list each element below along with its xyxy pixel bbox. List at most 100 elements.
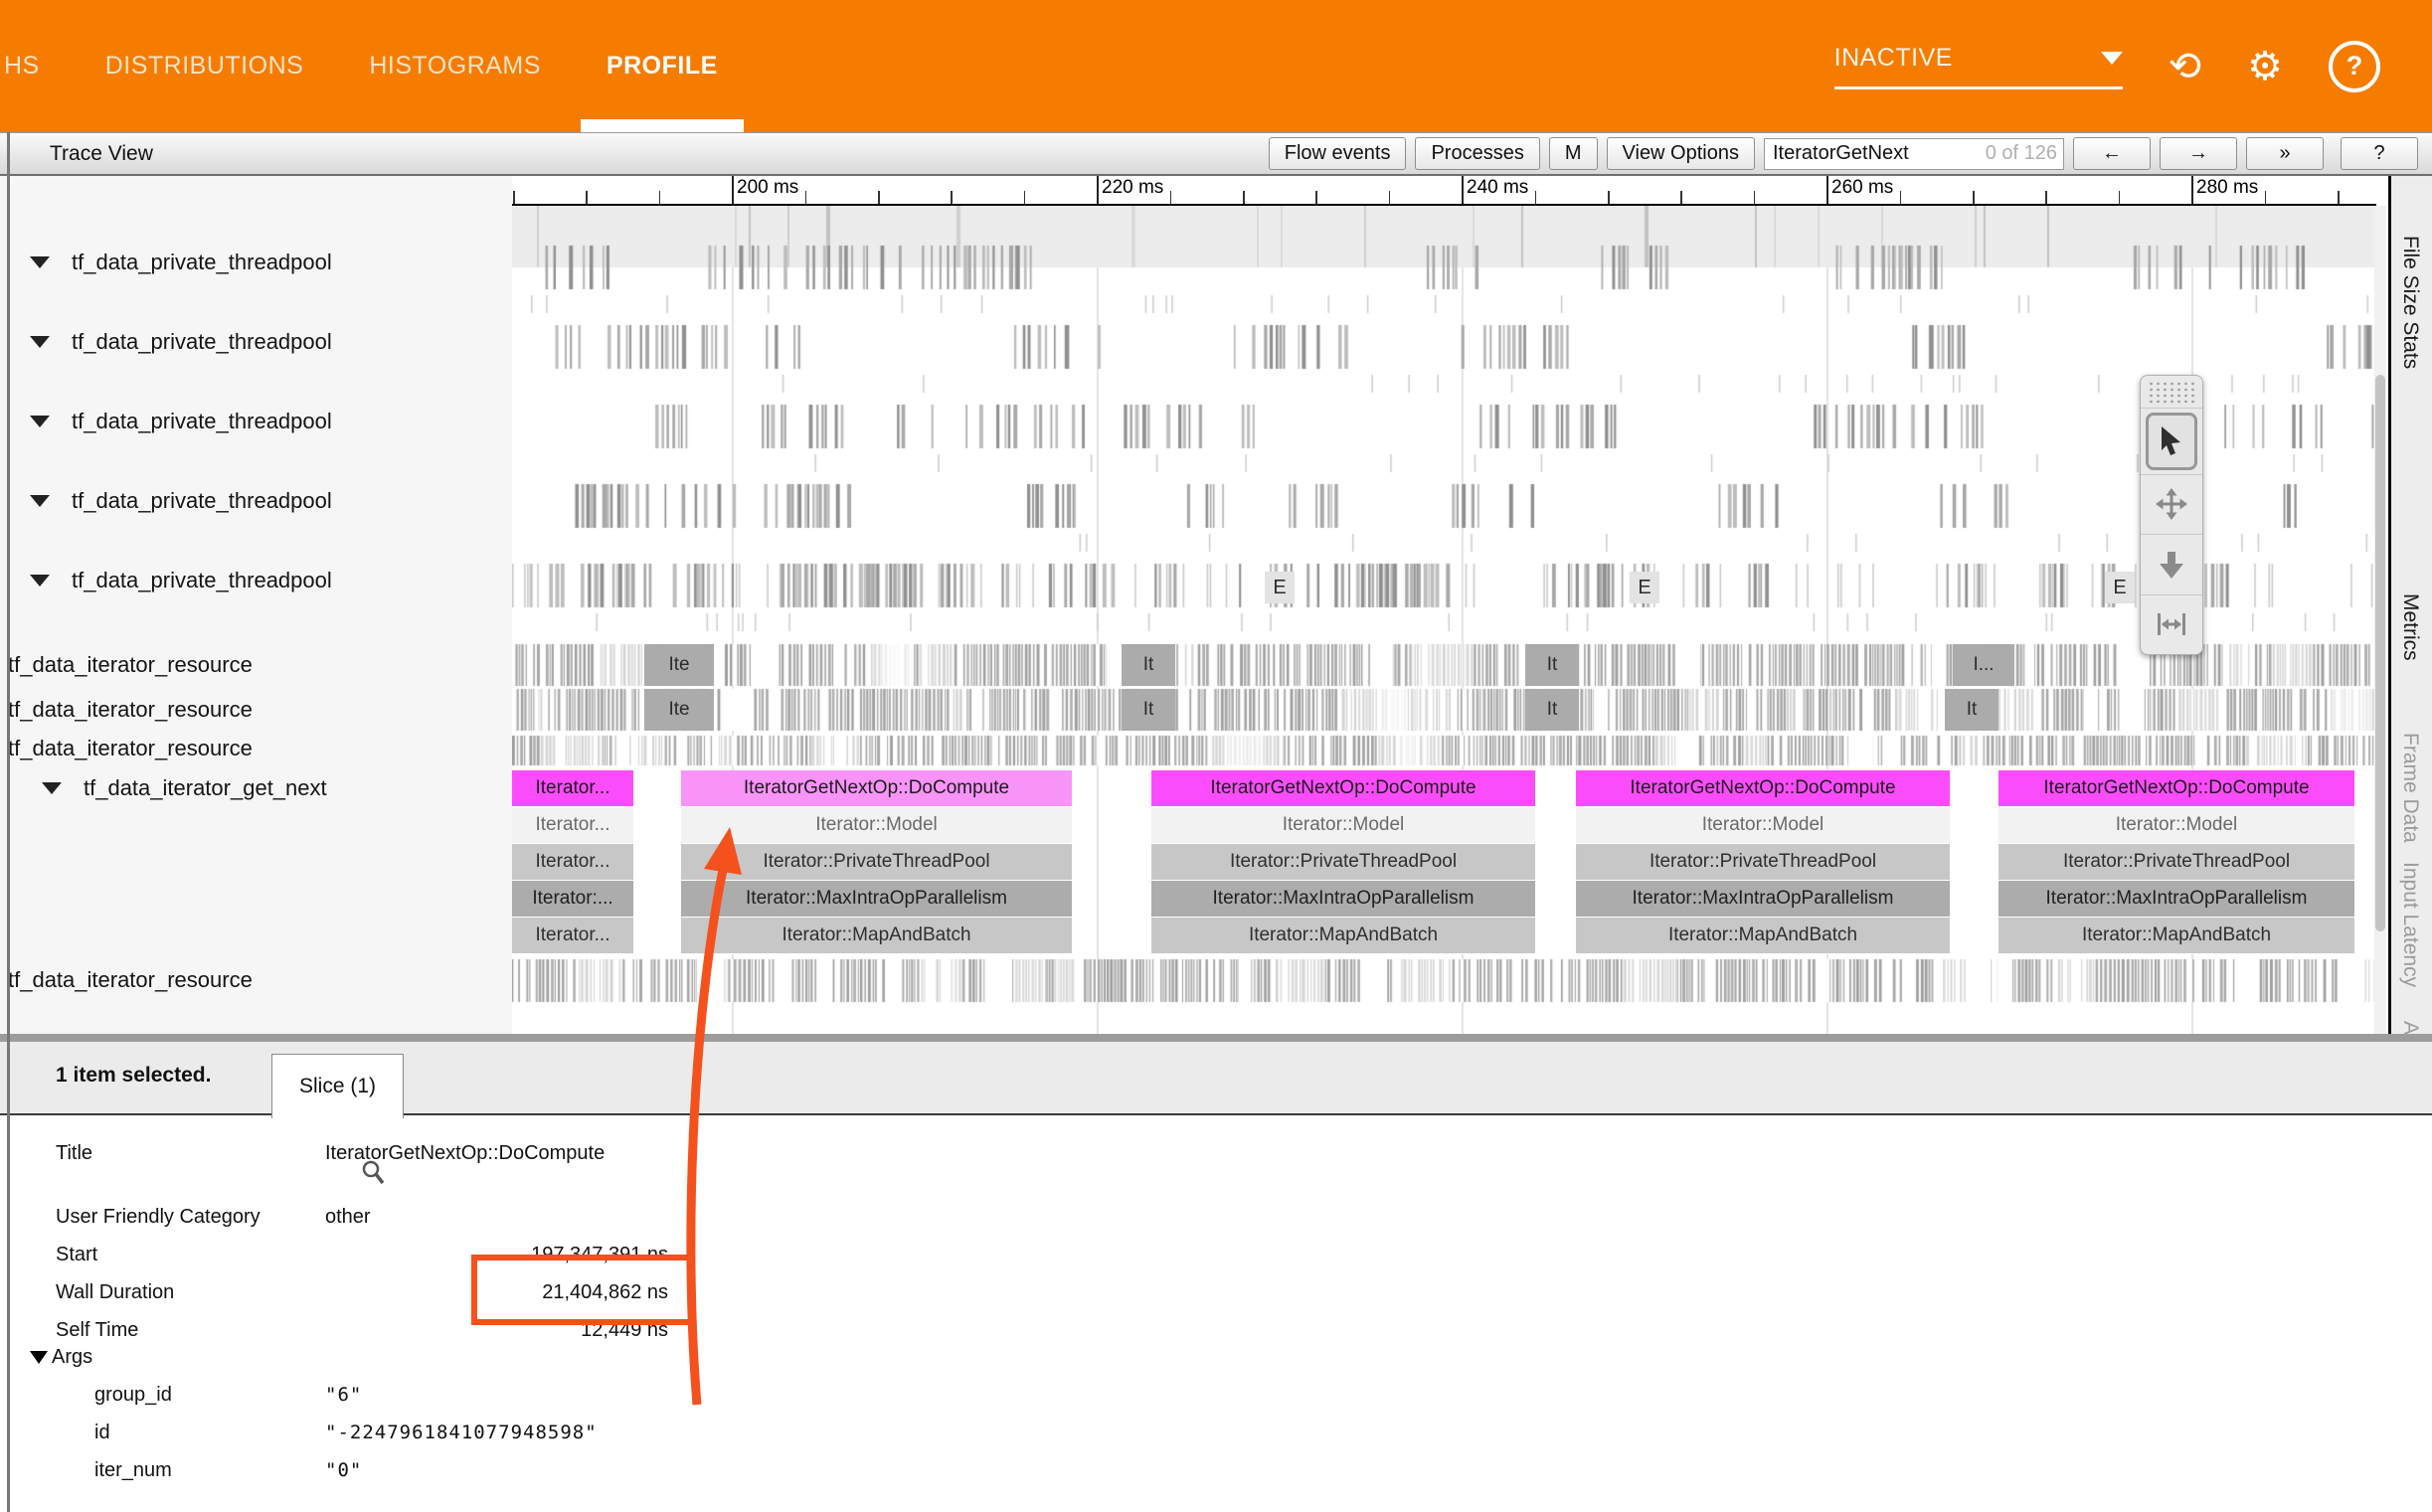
slice-iterator-2-3[interactable]: Iterator::MaxIntraOpParallelism xyxy=(1151,881,1535,918)
pan-tool[interactable] xyxy=(2141,474,2202,535)
field-label: Start xyxy=(56,1244,97,1266)
slice-getnext-2-0[interactable]: IteratorGetNextOp::DoCompute xyxy=(1151,770,1535,807)
palette-grip[interactable] xyxy=(2148,381,2195,405)
slice-iterator-1-1[interactable]: Iterator::Model xyxy=(681,807,1072,844)
arg-key: group_id xyxy=(94,1384,172,1407)
tab-histograms[interactable]: HISTOGRAMS xyxy=(365,0,545,132)
slice-iterator-0-2[interactable]: Iterator... xyxy=(512,844,633,881)
slice-iterator-0-1[interactable]: Iterator... xyxy=(512,807,633,844)
slice-iterator-3-1[interactable]: Iterator::Model xyxy=(1576,807,1950,844)
search-input[interactable] xyxy=(1771,141,1986,166)
slice-getnext-4-0[interactable]: IteratorGetNextOp::DoCompute xyxy=(1998,770,2354,807)
button-flow-events[interactable]: Flow events xyxy=(1269,137,1407,170)
find-next-button[interactable]: → xyxy=(2160,137,2237,170)
refresh-icon[interactable]: ⟲ xyxy=(2169,47,2202,86)
event-marker-2[interactable]: E xyxy=(2105,572,2135,603)
right-tab-metrics[interactable]: Metrics xyxy=(2398,593,2422,661)
help-button[interactable]: ? xyxy=(2341,137,2418,170)
event-marker-0[interactable]: E xyxy=(1265,572,1295,603)
track-label-text: tf_data_private_threadpool xyxy=(72,409,332,434)
app-header: HS DISTRIBUTIONS HISTOGRAMS PROFILE INACTIV… xyxy=(0,0,2432,132)
toolbar-nav-buttons: ← → »? xyxy=(2073,137,2432,170)
tab-distributions[interactable]: DISTRIBUTIONS xyxy=(101,0,308,132)
slice-iterator-2-1[interactable]: Iterator::Model xyxy=(1151,807,1535,844)
arg-row-iter_num: iter_num"0" xyxy=(0,1459,895,1491)
collapse-triangle-icon xyxy=(30,256,50,268)
slice-iterator-3-3[interactable]: Iterator::MaxIntraOpParallelism xyxy=(1576,881,1950,918)
tick-label: 240 ms xyxy=(1467,177,1528,199)
slice-iterator-0-4[interactable]: Iterator... xyxy=(512,918,633,954)
timing-tool[interactable] xyxy=(2141,594,2202,655)
slice-iterator-4-1[interactable]: Iterator::Model xyxy=(1998,807,2354,844)
sidebar-track-tf_data_private_threadpool-1[interactable]: tf_data_private_threadpool xyxy=(30,326,332,358)
sidebar-track-tf_data_iterator_resource-6[interactable]: tf_data_iterator_resource xyxy=(8,694,253,726)
arg-value: "-2247961841077948598" xyxy=(325,1422,598,1443)
resource-slice-label-1-3[interactable]: It xyxy=(1945,689,1998,731)
right-tab-frame-data[interactable]: Frame Data xyxy=(2398,733,2422,843)
event-marker-1[interactable]: E xyxy=(1630,572,1659,603)
sidebar-track-tf_data_iterator_resource-7[interactable]: tf_data_iterator_resource xyxy=(8,733,253,764)
time-ruler[interactable]: 200 ms220 ms240 ms260 ms280 ms xyxy=(512,176,2376,206)
right-tab-input-latency[interactable]: Input Latency xyxy=(2398,862,2422,987)
slice-group-0: Iterator...Iterator...Iterator...Iterato… xyxy=(512,770,633,954)
slice-iterator-2-2[interactable]: Iterator::PrivateThreadPool xyxy=(1151,844,1535,881)
run-selector[interactable]: INACTIVE xyxy=(1834,44,2123,89)
sidebar-track-tf_data_private_threadpool-3[interactable]: tf_data_private_threadpool xyxy=(30,485,332,517)
slice-iterator-4-4[interactable]: Iterator::MapAndBatch xyxy=(1998,918,2354,954)
slice-getnext-1-0[interactable]: IteratorGetNextOp::DoCompute xyxy=(681,770,1072,807)
select-tool[interactable] xyxy=(2141,408,2202,474)
minor-tick xyxy=(659,191,661,204)
resource-slice-label-0-0[interactable]: Ite xyxy=(644,644,714,686)
panel-splitter[interactable] xyxy=(0,1034,2432,1042)
button-processes[interactable]: Processes xyxy=(1415,137,1539,170)
resource-slice-label-0-3[interactable]: I... xyxy=(1953,644,2014,686)
field-label: User Friendly Category xyxy=(56,1206,261,1229)
settings-icon[interactable]: ⚙ xyxy=(2247,47,2283,86)
trace-viewer-app: HS DISTRIBUTIONS HISTOGRAMS PROFILE INACTIV… xyxy=(0,0,2432,1512)
minor-tick xyxy=(878,191,880,204)
slice-iterator-3-4[interactable]: Iterator::MapAndBatch xyxy=(1576,918,1950,954)
sidebar-track-tf_data_private_threadpool-4[interactable]: tf_data_private_threadpool xyxy=(30,565,332,596)
resource-slice-label-0-2[interactable]: It xyxy=(1525,644,1579,686)
slice-iterator-1-3[interactable]: Iterator::MaxIntraOpParallelism xyxy=(681,881,1072,918)
args-section-header[interactable]: Args xyxy=(30,1346,92,1369)
help-icon[interactable]: ? xyxy=(2329,41,2380,92)
slice-iterator-4-3[interactable]: Iterator::MaxIntraOpParallelism xyxy=(1998,881,2354,918)
tab-hs[interactable]: HS xyxy=(0,0,44,132)
tick-label: 200 ms xyxy=(737,177,798,199)
slice-iterator-4-2[interactable]: Iterator::PrivateThreadPool xyxy=(1998,844,2354,881)
resource-slice-label-1-1[interactable]: It xyxy=(1122,689,1175,731)
search-result-count: 0 of 126 xyxy=(1986,142,2057,165)
slice-iterator-3-2[interactable]: Iterator::PrivateThreadPool xyxy=(1576,844,1950,881)
vertical-scrollbar[interactable] xyxy=(2374,206,2386,1034)
details-row-wall-duration: Wall Duration21,404,862 ns xyxy=(0,1276,895,1308)
sidebar-track-tf_data_iterator_get_next-8[interactable]: tf_data_iterator_get_next xyxy=(42,772,327,804)
button-view-options[interactable]: View Options xyxy=(1607,137,1755,170)
slice-iterator-1-4[interactable]: Iterator::MapAndBatch xyxy=(681,918,1072,954)
slice-iterator-1-2[interactable]: Iterator::PrivateThreadPool xyxy=(681,844,1072,881)
track-label-text: tf_data_iterator_resource xyxy=(8,697,253,723)
magnifier-icon[interactable] xyxy=(360,1159,386,1193)
resource-slice-label-0-1[interactable]: It xyxy=(1122,644,1175,686)
button-m[interactable]: M xyxy=(1549,137,1598,170)
tab-profile[interactable]: PROFILE xyxy=(603,0,722,132)
slice-getnext-0-0[interactable]: Iterator... xyxy=(512,770,633,807)
find-previous-button[interactable]: ← xyxy=(2073,137,2151,170)
sidebar-track-tf_data_private_threadpool-2[interactable]: tf_data_private_threadpool xyxy=(30,406,332,437)
sidebar-track-tf_data_private_threadpool-0[interactable]: tf_data_private_threadpool xyxy=(30,247,332,278)
field-value: 21,404,862 ns xyxy=(325,1281,668,1304)
slice-iterator-0-3[interactable]: Iterator:... xyxy=(512,881,633,918)
scrollbar-thumb[interactable] xyxy=(2375,375,2385,931)
zoom-tool[interactable] xyxy=(2141,534,2202,594)
slice-iterator-2-4[interactable]: Iterator::MapAndBatch xyxy=(1151,918,1535,954)
tab-slice[interactable]: Slice (1) xyxy=(271,1054,404,1118)
resource-slice-label-1-0[interactable]: Ite xyxy=(644,689,714,731)
sidebar-track-tf_data_iterator_resource-9[interactable]: tf_data_iterator_resource xyxy=(8,964,253,996)
slice-getnext-3-0[interactable]: IteratorGetNextOp::DoCompute xyxy=(1576,770,1950,807)
minor-tick xyxy=(1389,191,1391,204)
arg-key: id xyxy=(94,1422,110,1444)
sidebar-track-tf_data_iterator_resource-5[interactable]: tf_data_iterator_resource xyxy=(8,649,253,681)
resource-slice-label-1-2[interactable]: It xyxy=(1525,689,1579,731)
right-tab-file-size-stats[interactable]: File Size Stats xyxy=(2398,236,2422,369)
find-jump-button[interactable]: » xyxy=(2246,137,2324,170)
